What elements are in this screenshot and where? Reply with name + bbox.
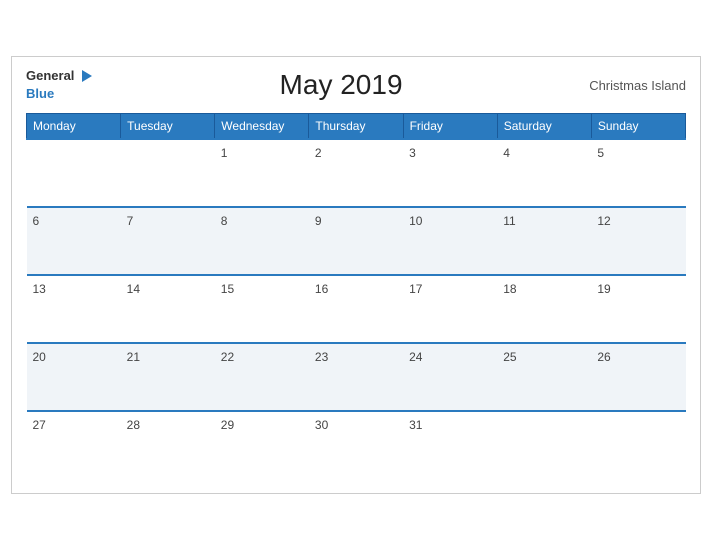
calendar-table: MondayTuesdayWednesdayThursdayFridaySatu… <box>26 113 686 479</box>
weekday-header-saturday: Saturday <box>497 113 591 139</box>
logo-general-line: General <box>26 67 93 85</box>
day-number: 12 <box>597 214 610 228</box>
calendar-cell: 14 <box>121 275 215 343</box>
day-number: 4 <box>503 146 510 160</box>
day-number: 31 <box>409 418 422 432</box>
day-number: 20 <box>33 350 46 364</box>
day-number: 13 <box>33 282 46 296</box>
calendar-cell: 13 <box>27 275 121 343</box>
day-number: 18 <box>503 282 516 296</box>
weekday-header-tuesday: Tuesday <box>121 113 215 139</box>
calendar-cell: 11 <box>497 207 591 275</box>
calendar-cell <box>121 139 215 207</box>
calendar-cell: 27 <box>27 411 121 479</box>
logo: General Blue <box>26 67 93 102</box>
day-number: 1 <box>221 146 228 160</box>
calendar-cell: 21 <box>121 343 215 411</box>
day-number: 30 <box>315 418 328 432</box>
calendar-cell: 18 <box>497 275 591 343</box>
week-row-2: 6 7 8 9 10 11 12 <box>27 207 686 275</box>
day-number: 14 <box>127 282 140 296</box>
day-number: 8 <box>221 214 228 228</box>
day-number: 3 <box>409 146 416 160</box>
calendar-cell <box>591 411 685 479</box>
day-number: 11 <box>503 214 515 228</box>
calendar-cell: 7 <box>121 207 215 275</box>
calendar-cell: 17 <box>403 275 497 343</box>
calendar-cell: 15 <box>215 275 309 343</box>
day-number: 19 <box>597 282 610 296</box>
calendar-cell: 3 <box>403 139 497 207</box>
calendar-cell: 22 <box>215 343 309 411</box>
day-number: 29 <box>221 418 234 432</box>
weekday-header-wednesday: Wednesday <box>215 113 309 139</box>
calendar-cell: 28 <box>121 411 215 479</box>
day-number: 5 <box>597 146 604 160</box>
day-number: 24 <box>409 350 422 364</box>
calendar-cell: 16 <box>309 275 403 343</box>
calendar-cell: 12 <box>591 207 685 275</box>
calendar-cell: 20 <box>27 343 121 411</box>
logo-triangle-icon <box>82 70 92 82</box>
day-number: 10 <box>409 214 422 228</box>
day-number: 23 <box>315 350 328 364</box>
week-row-1: 1 2 3 4 5 <box>27 139 686 207</box>
day-number: 25 <box>503 350 516 364</box>
calendar-cell: 9 <box>309 207 403 275</box>
calendar-cell: 31 <box>403 411 497 479</box>
calendar-cell: 2 <box>309 139 403 207</box>
calendar-cell: 30 <box>309 411 403 479</box>
calendar-cell <box>27 139 121 207</box>
calendar-cell <box>497 411 591 479</box>
calendar-cell: 4 <box>497 139 591 207</box>
day-number: 21 <box>127 350 140 364</box>
week-row-4: 20 21 22 23 24 25 26 <box>27 343 686 411</box>
day-number: 6 <box>33 214 40 228</box>
day-number: 2 <box>315 146 322 160</box>
day-number: 15 <box>221 282 234 296</box>
day-number: 16 <box>315 282 328 296</box>
calendar-cell: 26 <box>591 343 685 411</box>
weekday-header-thursday: Thursday <box>309 113 403 139</box>
day-number: 17 <box>409 282 422 296</box>
calendar-cell: 25 <box>497 343 591 411</box>
week-row-5: 27 28 29 30 31 <box>27 411 686 479</box>
calendar-cell: 19 <box>591 275 685 343</box>
calendar-title: May 2019 <box>280 69 403 101</box>
weekday-header-sunday: Sunday <box>591 113 685 139</box>
weekday-header-friday: Friday <box>403 113 497 139</box>
logo-blue-text: Blue <box>26 86 54 101</box>
day-number: 27 <box>33 418 46 432</box>
day-number: 9 <box>315 214 322 228</box>
weekday-header-row: MondayTuesdayWednesdayThursdayFridaySatu… <box>27 113 686 139</box>
day-number: 28 <box>127 418 140 432</box>
weekday-header-monday: Monday <box>27 113 121 139</box>
calendar-cell: 1 <box>215 139 309 207</box>
calendar-cell: 23 <box>309 343 403 411</box>
calendar-cell: 5 <box>591 139 685 207</box>
calendar-cell: 8 <box>215 207 309 275</box>
calendar-region: Christmas Island <box>589 78 686 93</box>
day-number: 22 <box>221 350 234 364</box>
calendar-container: General Blue May 2019 Christmas Island M… <box>11 56 701 493</box>
calendar-header: General Blue May 2019 Christmas Island <box>26 67 686 102</box>
calendar-cell: 24 <box>403 343 497 411</box>
calendar-cell: 10 <box>403 207 497 275</box>
day-number: 26 <box>597 350 610 364</box>
day-number: 7 <box>127 214 134 228</box>
calendar-cell: 6 <box>27 207 121 275</box>
logo-general-text: General <box>26 68 74 83</box>
calendar-cell: 29 <box>215 411 309 479</box>
week-row-3: 13 14 15 16 17 18 19 <box>27 275 686 343</box>
